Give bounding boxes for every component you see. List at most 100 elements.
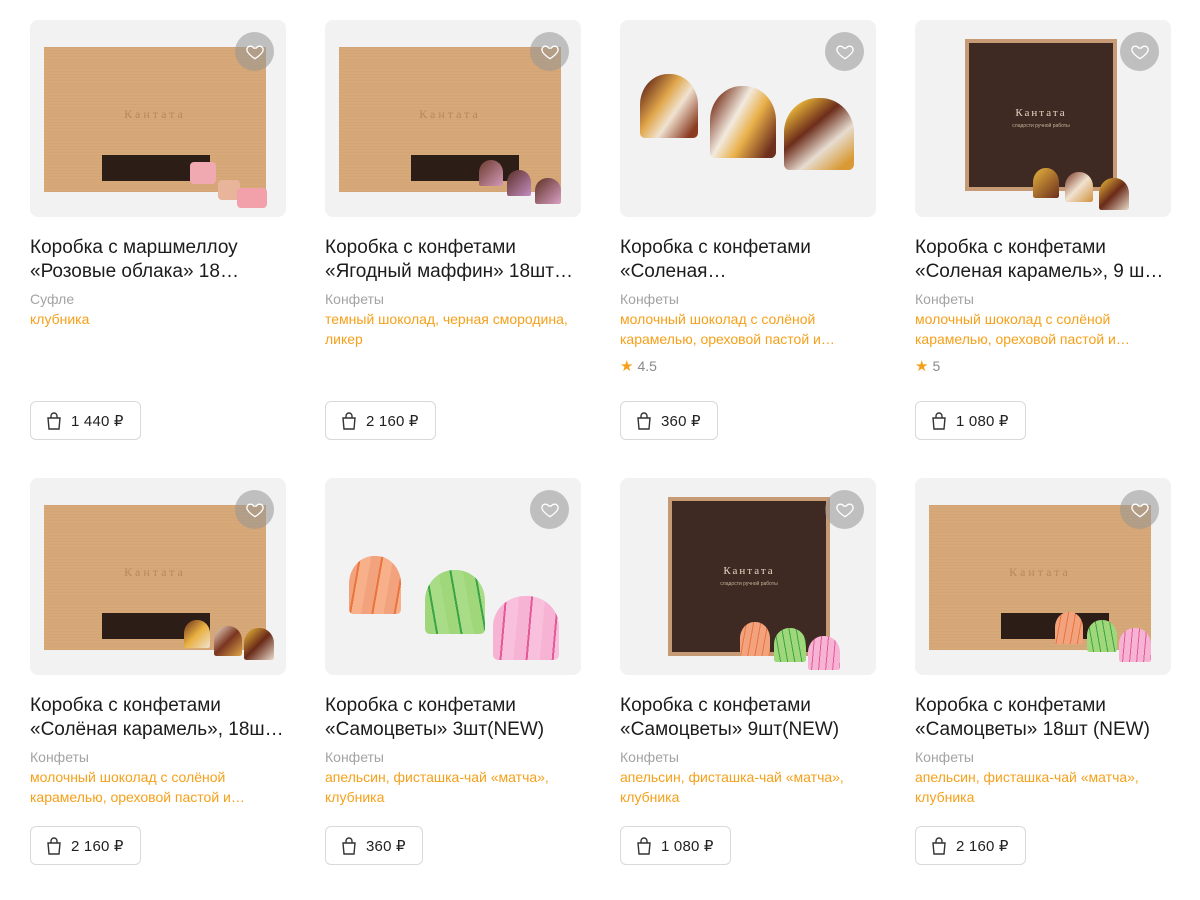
- shopping-bag-icon: [47, 836, 61, 855]
- product-title[interactable]: Коробка с конфетами «Соленая…: [620, 236, 876, 284]
- product-flavors: апельсин, фисташка-чай «матча», клубника: [620, 769, 844, 805]
- product-category: Конфеты: [620, 749, 679, 765]
- product-category: Конфеты: [915, 749, 974, 765]
- product-image[interactable]: [620, 20, 876, 217]
- brand-logo: Кантата: [124, 565, 186, 579]
- candy: [214, 626, 242, 656]
- product-title[interactable]: Коробка с конфетами «Солёная карамель», …: [30, 694, 286, 742]
- product-category: Конфеты: [325, 291, 384, 307]
- favorite-button[interactable]: [825, 32, 864, 71]
- product-image[interactable]: Кантата: [915, 478, 1171, 675]
- marshmallow: [190, 162, 216, 184]
- favorite-button[interactable]: [235, 32, 274, 71]
- product-title[interactable]: Коробка с маршмеллоу «Розовые облака» 18…: [30, 236, 286, 284]
- favorite-button[interactable]: [530, 490, 569, 529]
- product-image[interactable]: Кантата: [30, 478, 286, 675]
- add-to-cart-button[interactable]: 1 080 ₽: [915, 401, 1026, 440]
- kraft-box-image: Кантата: [44, 47, 266, 192]
- product-card[interactable]: Кантата Коробка с конфетами «Самоцветы» …: [915, 478, 1171, 900]
- favorite-button[interactable]: [530, 32, 569, 71]
- shopping-bag-icon: [932, 836, 946, 855]
- add-to-cart-button[interactable]: 2 160 ₽: [915, 826, 1026, 865]
- shopping-bag-icon: [342, 836, 356, 855]
- product-flavors: темный шоколад, черная смородина, ликер: [325, 311, 568, 347]
- brand-logo: Кантата: [1015, 107, 1067, 119]
- product-title[interactable]: Коробка с конфетами «Ягодный маффин» 18ш…: [325, 236, 581, 284]
- product-title[interactable]: Коробка с конфетами «Самоцветы» 18шт (NE…: [915, 694, 1171, 742]
- price-label: 360 ₽: [366, 837, 406, 855]
- product-title[interactable]: Коробка с конфетами «Самоцветы» 9шт(NEW): [620, 694, 876, 742]
- price-label: 1 440 ₽: [71, 412, 124, 430]
- candy: [493, 596, 559, 660]
- favorite-button[interactable]: [1120, 32, 1159, 71]
- favorite-button[interactable]: [235, 490, 274, 529]
- brand-logo: Кантата: [1009, 565, 1071, 579]
- product-flavors: молочный шоколад с солёной карамелью, ор…: [915, 311, 1130, 347]
- product-flavors: апельсин, фисташка-чай «матча», клубника: [325, 769, 549, 805]
- product-image[interactable]: Кантата: [30, 20, 286, 217]
- product-card[interactable]: Коробка с конфетами «Соленая… Конфеты мо…: [620, 20, 876, 478]
- price-label: 2 160 ₽: [366, 412, 419, 430]
- product-flavors: клубника: [30, 311, 90, 327]
- heart-icon: [1130, 44, 1149, 59]
- product-category: Конфеты: [620, 291, 679, 307]
- product-category: Конфеты: [30, 749, 89, 765]
- add-to-cart-button[interactable]: 2 160 ₽: [325, 401, 436, 440]
- brand-subtitle: сладости ручной работы: [1012, 123, 1070, 129]
- product-image[interactable]: Кантата сладости ручной работы: [620, 478, 876, 675]
- candy: [808, 636, 840, 670]
- product-category: Суфле: [30, 291, 75, 307]
- product-card[interactable]: Кантата Коробка с конфетами «Ягодный маф…: [325, 20, 581, 478]
- star-icon: ★: [915, 358, 929, 375]
- heart-icon: [835, 44, 854, 59]
- favorite-button[interactable]: [1120, 490, 1159, 529]
- candy: [479, 160, 503, 186]
- add-to-cart-button[interactable]: 1 080 ₽: [620, 826, 731, 865]
- candy: [1055, 612, 1083, 644]
- product-category: Конфеты: [325, 749, 384, 765]
- product-title[interactable]: Коробка с конфетами «Самоцветы» 3шт(NEW): [325, 694, 581, 742]
- heart-icon: [1130, 502, 1149, 517]
- product-card[interactable]: Коробка с конфетами «Самоцветы» 3шт(NEW)…: [325, 478, 581, 900]
- product-card[interactable]: Кантата сладости ручной работы Коробка с…: [915, 20, 1171, 478]
- candy: [425, 570, 485, 634]
- product-rating: ★ 4.5: [620, 357, 876, 375]
- candy: [1119, 628, 1151, 662]
- product-title[interactable]: Коробка с конфетами «Соленая карамель», …: [915, 236, 1171, 284]
- add-to-cart-button[interactable]: 1 440 ₽: [30, 401, 141, 440]
- brand-subtitle: сладости ручной работы: [720, 581, 778, 587]
- candy: [774, 628, 806, 662]
- shopping-bag-icon: [342, 411, 356, 430]
- shopping-bag-icon: [47, 411, 61, 430]
- product-flavors: апельсин, фисташка-чай «матча», клубника: [915, 769, 1139, 805]
- price-label: 2 160 ₽: [956, 837, 1009, 855]
- candy: [1099, 178, 1129, 210]
- price-label: 1 080 ₽: [956, 412, 1009, 430]
- add-to-cart-button[interactable]: 360 ₽: [620, 401, 718, 440]
- candy: [784, 98, 854, 170]
- product-rating: ★ 5: [915, 357, 1171, 375]
- shopping-bag-icon: [637, 836, 651, 855]
- shopping-bag-icon: [637, 411, 651, 430]
- candy: [184, 620, 210, 648]
- favorite-button[interactable]: [825, 490, 864, 529]
- brand-logo: Кантата: [723, 565, 775, 577]
- candy: [1033, 168, 1059, 198]
- kraft-box-image: Кантата: [339, 47, 561, 192]
- product-flavors: молочный шоколад с солёной карамелью, ор…: [30, 769, 245, 805]
- product-image[interactable]: Кантата сладости ручной работы: [915, 20, 1171, 217]
- heart-icon: [835, 502, 854, 517]
- product-image[interactable]: [325, 478, 581, 675]
- add-to-cart-button[interactable]: 2 160 ₽: [30, 826, 141, 865]
- heart-icon: [540, 44, 559, 59]
- kraft-box-image: Кантата: [929, 505, 1151, 650]
- price-label: 2 160 ₽: [71, 837, 124, 855]
- product-card[interactable]: Кантата сладости ручной работы Коробка с…: [620, 478, 876, 900]
- candy: [535, 178, 561, 204]
- product-card[interactable]: Кантата Коробка с конфетами «Солёная кар…: [30, 478, 286, 900]
- rating-value: 4.5: [637, 358, 657, 374]
- product-image[interactable]: Кантата: [325, 20, 581, 217]
- product-grid: Кантата Коробка с маршмеллоу «Розовые об…: [30, 20, 1171, 900]
- add-to-cart-button[interactable]: 360 ₽: [325, 826, 423, 865]
- product-card[interactable]: Кантата Коробка с маршмеллоу «Розовые об…: [30, 20, 286, 478]
